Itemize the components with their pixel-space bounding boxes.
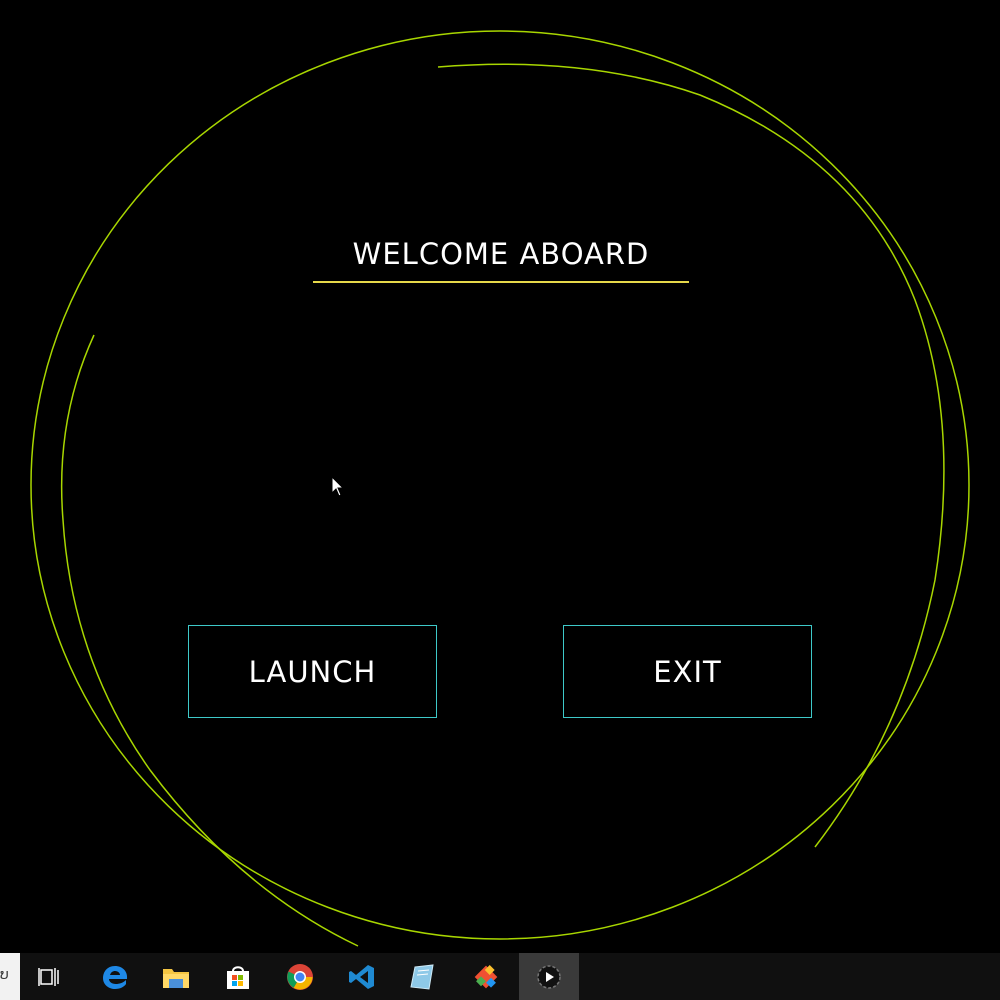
search-stub-text: ບ: [0, 967, 9, 983]
file-explorer-icon: [163, 968, 189, 988]
app-window: WELCOME ABOARD LAUNCH EXIT: [0, 0, 1000, 953]
taskbar-search-stub[interactable]: ບ: [0, 953, 20, 1000]
media-player-icon: [537, 964, 561, 989]
chrome-button[interactable]: [270, 953, 330, 1000]
git-icon: [474, 964, 498, 988]
chrome-icon: [287, 963, 313, 990]
media-player-button[interactable]: [519, 953, 579, 1000]
task-view-button[interactable]: [20, 953, 80, 1000]
mouse-cursor-icon: [331, 476, 345, 497]
taskbar: ບ: [0, 953, 1000, 1000]
file-explorer-button[interactable]: [146, 953, 206, 1000]
exit-button[interactable]: EXIT: [563, 625, 812, 718]
notepad-button[interactable]: [394, 953, 454, 1000]
vscode-button[interactable]: [332, 953, 392, 1000]
inner-arc-right: [437, 63, 945, 848]
outer-ring: [30, 30, 970, 940]
microsoft-store-icon: [227, 965, 249, 989]
microsoft-store-button[interactable]: [208, 953, 268, 1000]
edge-icon: [103, 965, 128, 989]
vscode-icon: [349, 964, 374, 989]
git-button[interactable]: [456, 953, 516, 1000]
launch-button[interactable]: LAUNCH: [188, 625, 437, 718]
task-view-icon: [38, 967, 59, 986]
edge-button[interactable]: [85, 953, 145, 1000]
title-underline: [313, 281, 689, 283]
decorative-rings: [30, 30, 970, 947]
page-title: WELCOME ABOARD: [352, 237, 650, 271]
notepad-icon: [410, 963, 434, 990]
